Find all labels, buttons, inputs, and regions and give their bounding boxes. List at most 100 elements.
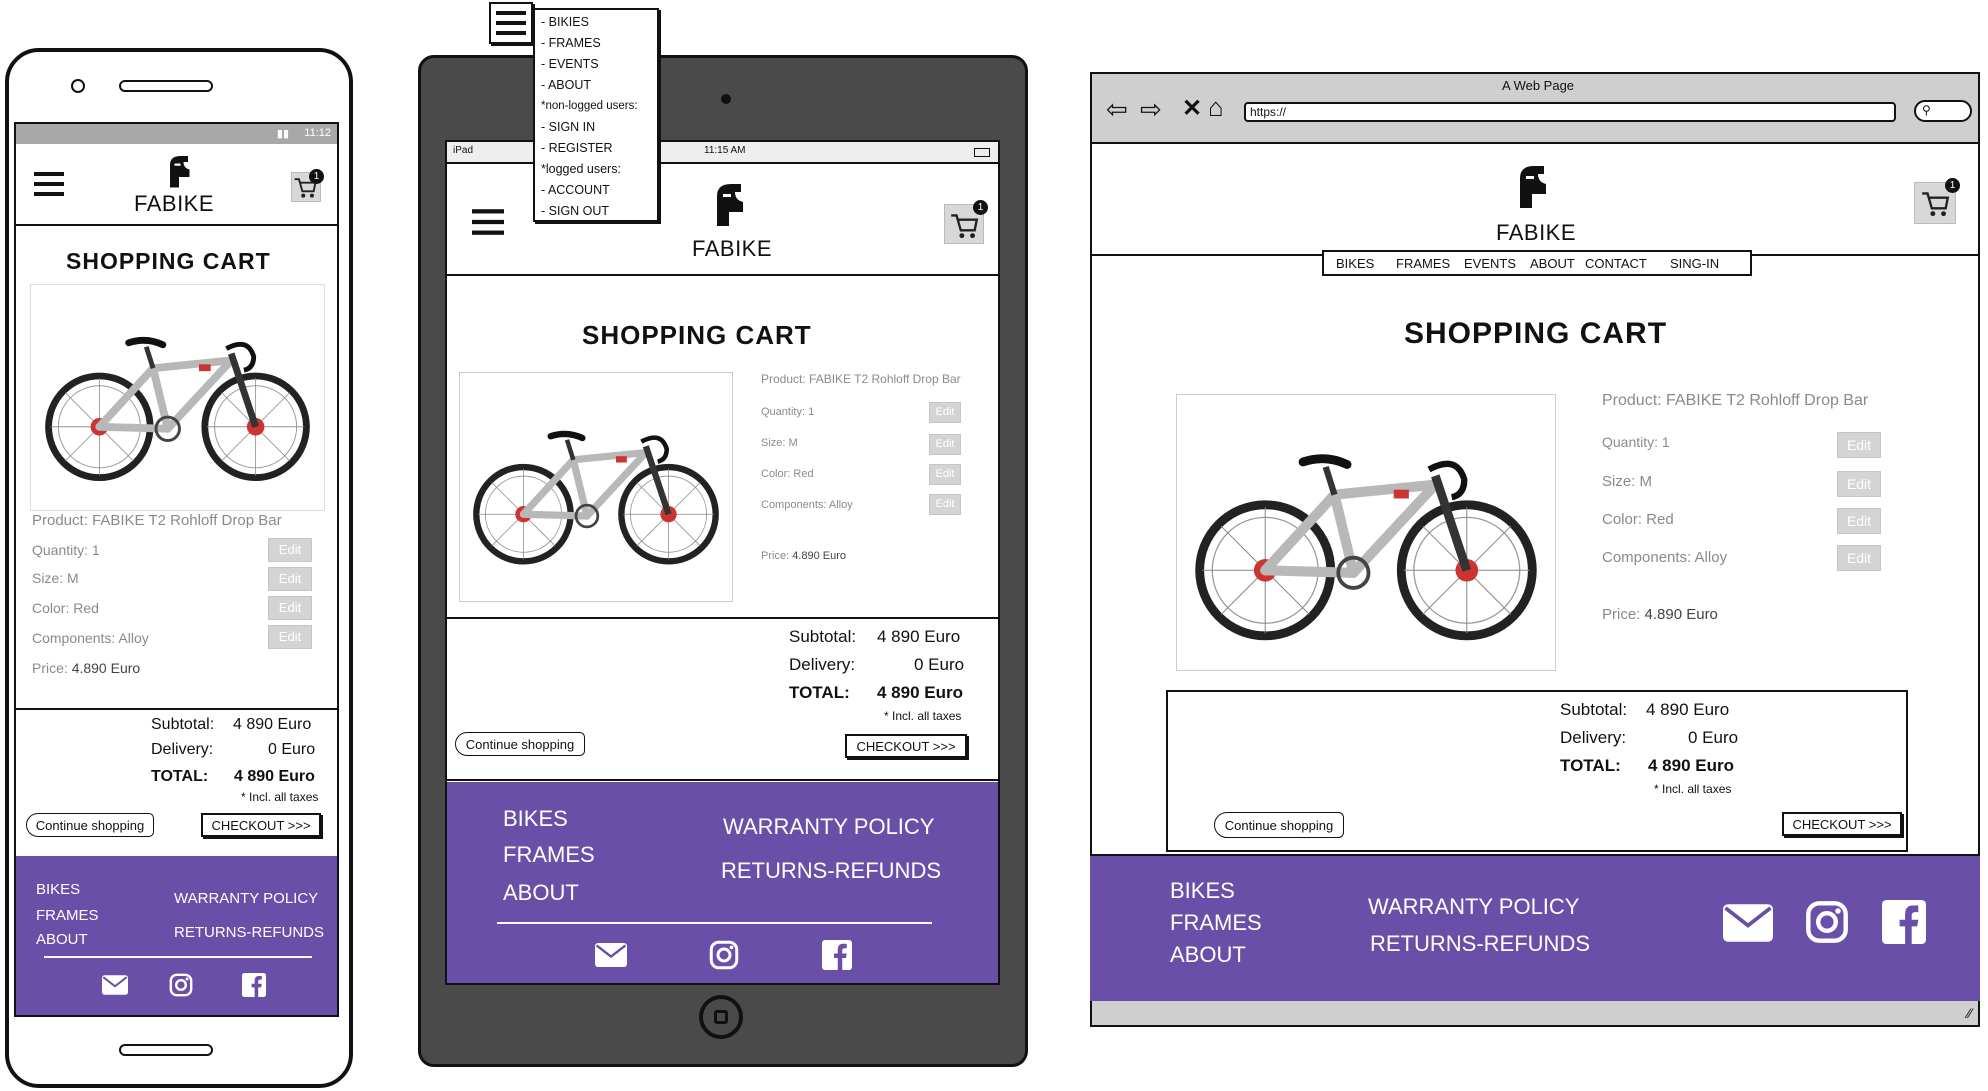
facebook-icon[interactable] <box>242 973 266 997</box>
url-text: https:// <box>1250 105 1287 119</box>
footer-link-about[interactable]: ABOUT <box>36 931 88 948</box>
browser-window: A Web Page ⇦ ⇨ ✕ ⌂ https:// ⚲ FABIKE 1 B… <box>1090 72 1980 1027</box>
menu-item-about[interactable]: - ABOUT <box>541 75 657 96</box>
subtotal-label: Subtotal: <box>151 716 215 733</box>
edit-size-button[interactable]: Edit <box>929 434 961 455</box>
mail-icon[interactable] <box>595 943 627 967</box>
quantity-text: Quantity: 1 <box>761 406 815 418</box>
delivery-label: Delivery: <box>789 655 856 674</box>
tablet-screen: iPad 11:15 AM FABIKE 1 SHOPPING CART Pro… <box>445 140 1000 985</box>
phone-home-button[interactable] <box>119 1044 213 1056</box>
checkout-button[interactable]: CHECKOUT >>> <box>845 734 967 758</box>
product-name: Product: FABIKE T2 Rohloff Drop Bar <box>761 372 961 386</box>
home-icon[interactable]: ⌂ <box>1208 92 1224 123</box>
cart-button[interactable]: 1 <box>1914 178 1960 224</box>
edit-components-button[interactable]: Edit <box>929 494 961 515</box>
edit-components-button[interactable]: Edit <box>1837 545 1881 571</box>
continue-shopping-button[interactable]: Continue shopping <box>455 732 585 756</box>
footer-link-about[interactable]: ABOUT <box>1170 942 1246 968</box>
mail-icon[interactable] <box>102 975 128 995</box>
footer-link-bikes[interactable]: BIKES <box>503 806 568 832</box>
nav-events[interactable]: EVENTS <box>1464 256 1516 271</box>
cart-count-badge: 1 <box>309 169 324 184</box>
mail-icon[interactable] <box>1723 904 1773 942</box>
facebook-icon[interactable] <box>1882 900 1926 944</box>
footer-link-warranty[interactable]: WARRANTY POLICY <box>1368 894 1579 920</box>
menu-item-frames[interactable]: - FRAMES <box>541 33 657 54</box>
color-text: Color: Red <box>32 600 99 616</box>
edit-quantity-button[interactable]: Edit <box>268 538 312 562</box>
menu-item-sign-in[interactable]: - SIGN IN <box>541 117 657 138</box>
search-box[interactable]: ⚲ <box>1914 100 1972 122</box>
brand-name[interactable]: FABIKE <box>692 236 772 262</box>
footer-link-warranty[interactable]: WARRANTY POLICY <box>174 890 318 907</box>
cart-button[interactable]: 1 <box>291 169 324 202</box>
bike-image <box>460 373 732 601</box>
footer-link-about[interactable]: ABOUT <box>503 880 579 906</box>
bike-image <box>31 285 324 510</box>
url-bar[interactable]: https:// <box>1244 102 1896 122</box>
checkout-button[interactable]: CHECKOUT >>> <box>1782 812 1902 836</box>
dropdown-menu: - BIKIES - FRAMES - EVENTS - ABOUT *non-… <box>533 8 659 222</box>
menu-item-account[interactable]: - ACCOUNT <box>541 180 657 201</box>
quantity-text: Quantity: 1 <box>32 542 100 558</box>
price-row: Price: 4.890 Euro <box>32 660 140 676</box>
footer-link-returns[interactable]: RETURNS-REFUNDS <box>721 858 941 884</box>
edit-components-button[interactable]: Edit <box>268 625 312 649</box>
edit-quantity-button[interactable]: Edit <box>1837 432 1881 458</box>
footer-link-bikes[interactable]: BIKES <box>1170 878 1235 904</box>
footer-link-warranty[interactable]: WARRANTY POLICY <box>723 814 934 840</box>
instagram-icon[interactable] <box>169 973 193 997</box>
footer-link-frames[interactable]: FRAMES <box>36 907 99 924</box>
menu-section-non-logged: *non-logged users: <box>541 100 638 112</box>
brand-name[interactable]: FABIKE <box>1496 220 1576 246</box>
color-text: Color: Red <box>1602 511 1674 528</box>
size-text: Size: M <box>761 437 798 449</box>
footer-link-frames[interactable]: FRAMES <box>1170 910 1262 936</box>
facebook-icon[interactable] <box>822 940 852 970</box>
brand-name[interactable]: FABIKE <box>134 191 214 217</box>
edit-color-button[interactable]: Edit <box>268 596 312 620</box>
instagram-icon[interactable] <box>709 940 739 970</box>
checkout-button[interactable]: CHECKOUT >>> <box>201 813 321 837</box>
footer-link-returns[interactable]: RETURNS-REFUNDS <box>174 924 324 941</box>
nav-sign-in[interactable]: SING-IN <box>1670 256 1719 271</box>
taxes-note: * Incl. all taxes <box>241 790 319 804</box>
menu-icon[interactable] <box>472 208 504 236</box>
continue-shopping-button[interactable]: Continue shopping <box>1214 812 1344 838</box>
browser-status-bar: ⁄⁄ <box>1092 1001 1978 1025</box>
forward-icon[interactable]: ⇨ <box>1140 94 1162 125</box>
cart-button[interactable]: 1 <box>944 200 988 244</box>
menu-item-bikies[interactable]: - BIKIES <box>541 12 657 33</box>
footer-link-bikes[interactable]: BIKES <box>36 881 80 898</box>
menu-item-events[interactable]: - EVENTS <box>541 54 657 75</box>
nav-frames[interactable]: FRAMES <box>1396 256 1450 271</box>
menu-item-register[interactable]: - REGISTER <box>541 138 657 159</box>
continue-shopping-button[interactable]: Continue shopping <box>26 813 154 837</box>
back-icon[interactable]: ⇦ <box>1106 94 1128 125</box>
edit-color-button[interactable]: Edit <box>1837 508 1881 534</box>
phone-header: FABIKE 1 <box>16 144 337 226</box>
order-summary: Subtotal: 4 890 Euro Delivery: 0 Euro TO… <box>1166 690 1908 852</box>
edit-color-button[interactable]: Edit <box>929 464 961 485</box>
tablet-home-button[interactable] <box>699 995 743 1039</box>
nav-bikes[interactable]: BIKES <box>1336 256 1374 271</box>
edit-quantity-button[interactable]: Edit <box>929 402 961 423</box>
page-title: SHOPPING CART <box>1404 317 1668 350</box>
resize-handle-icon[interactable]: ⁄⁄ <box>1967 1005 1972 1021</box>
nav-about[interactable]: ABOUT <box>1530 256 1575 271</box>
edit-size-button[interactable]: Edit <box>1837 471 1881 497</box>
footer-link-frames[interactable]: FRAMES <box>503 842 595 868</box>
battery-icon <box>974 148 990 157</box>
cart-icon <box>1919 187 1951 219</box>
hamburger-trigger[interactable] <box>489 2 533 44</box>
footer-link-returns[interactable]: RETURNS-REFUNDS <box>1370 931 1590 957</box>
delivery-value: 0 Euro <box>914 655 965 674</box>
instagram-icon[interactable] <box>1805 900 1849 944</box>
close-icon[interactable]: ✕ <box>1182 94 1202 123</box>
edit-size-button[interactable]: Edit <box>268 567 312 591</box>
menu-icon[interactable] <box>34 172 64 196</box>
nav-contact[interactable]: CONTACT <box>1585 256 1647 271</box>
menu-item-sign-out[interactable]: - SIGN OUT <box>541 201 657 222</box>
menu-section-logged: *logged users: <box>541 162 621 176</box>
